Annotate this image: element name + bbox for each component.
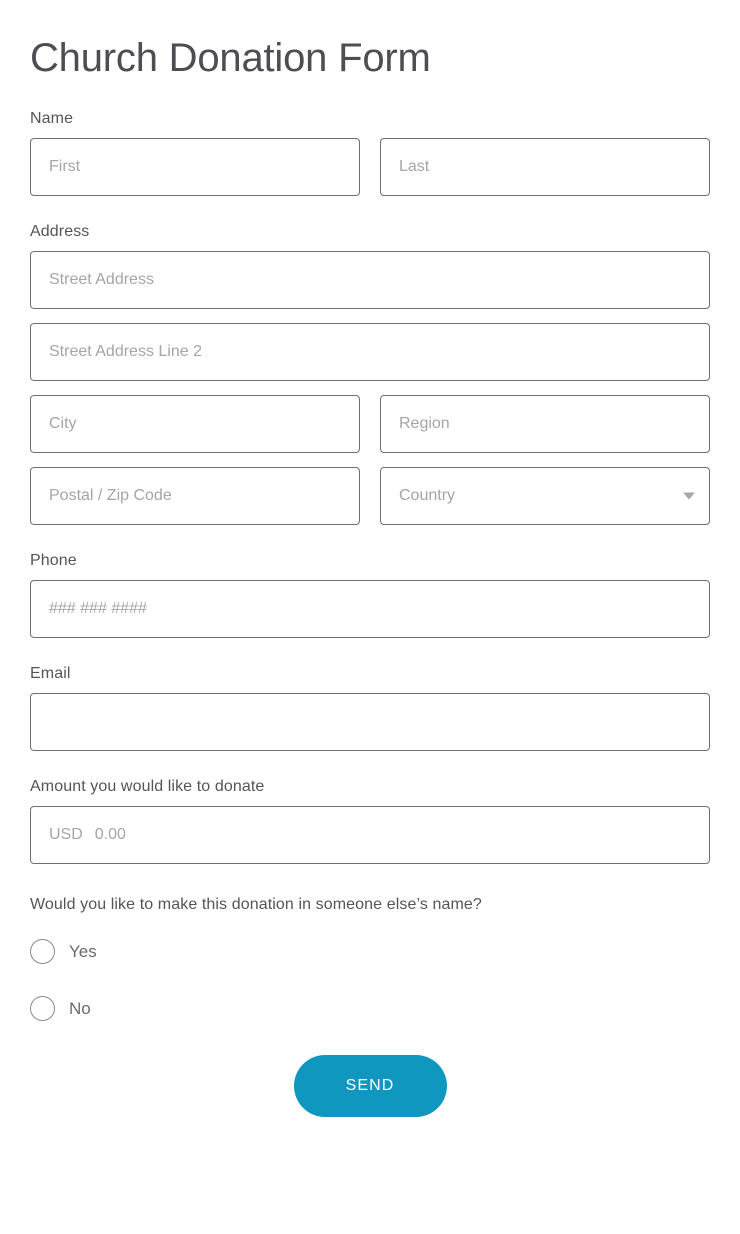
email-label: Email — [30, 665, 71, 682]
name-input-row — [30, 138, 710, 196]
radio-circle-icon[interactable] — [30, 995, 55, 1021]
last-name-input[interactable] — [380, 138, 710, 196]
phone-input-row — [30, 580, 710, 638]
radio-option-yes[interactable]: Yes — [30, 938, 710, 964]
page-title: Church Donation Form — [30, 36, 431, 80]
amount-currency-prefix: USD — [49, 826, 83, 843]
city-input[interactable] — [30, 395, 360, 453]
field-group-someone-else: Would you like to make this donation in … — [30, 894, 710, 1021]
field-group-address: Address Country — [30, 222, 710, 525]
field-group-name: Name — [30, 109, 710, 196]
address-label: Address — [30, 223, 90, 240]
street-address-row — [30, 251, 710, 309]
email-input-row — [30, 693, 710, 751]
amount-input[interactable]: USD 0.00 — [30, 806, 710, 864]
name-label: Name — [30, 110, 74, 127]
country-select-wrapper[interactable]: Country — [380, 467, 710, 525]
field-group-phone: Phone — [30, 551, 710, 638]
postal-country-row: Country — [30, 467, 710, 525]
first-name-input[interactable] — [30, 138, 360, 196]
phone-input[interactable] — [30, 580, 710, 638]
email-input[interactable] — [30, 693, 710, 751]
radio-option-no[interactable]: No — [30, 995, 710, 1021]
country-select[interactable]: Country — [380, 467, 710, 525]
send-button[interactable]: SEND — [293, 1055, 447, 1117]
amount-label: Amount you would like to donate — [30, 778, 265, 795]
phone-label: Phone — [30, 552, 77, 569]
field-group-amount: Amount you would like to donate USD 0.00 — [30, 777, 710, 864]
postal-zip-code-input[interactable] — [30, 467, 360, 525]
radio-label-no: No — [69, 998, 91, 1018]
radio-circle-icon[interactable] — [30, 938, 55, 964]
field-group-email: Email — [30, 664, 710, 751]
region-input[interactable] — [380, 395, 710, 453]
submit-row: SEND — [30, 1055, 710, 1117]
someone-else-question-label: Would you like to make this donation in … — [30, 896, 482, 913]
street-address-2-row — [30, 323, 710, 381]
donation-form-page: Church Donation Form Name Address Countr… — [0, 0, 740, 1234]
street-address-input[interactable] — [30, 251, 710, 309]
radio-label-yes: Yes — [69, 941, 97, 961]
city-region-row — [30, 395, 710, 453]
amount-value-placeholder: 0.00 — [94, 826, 126, 843]
amount-input-row: USD 0.00 — [30, 806, 710, 864]
street-address-line-2-input[interactable] — [30, 323, 710, 381]
